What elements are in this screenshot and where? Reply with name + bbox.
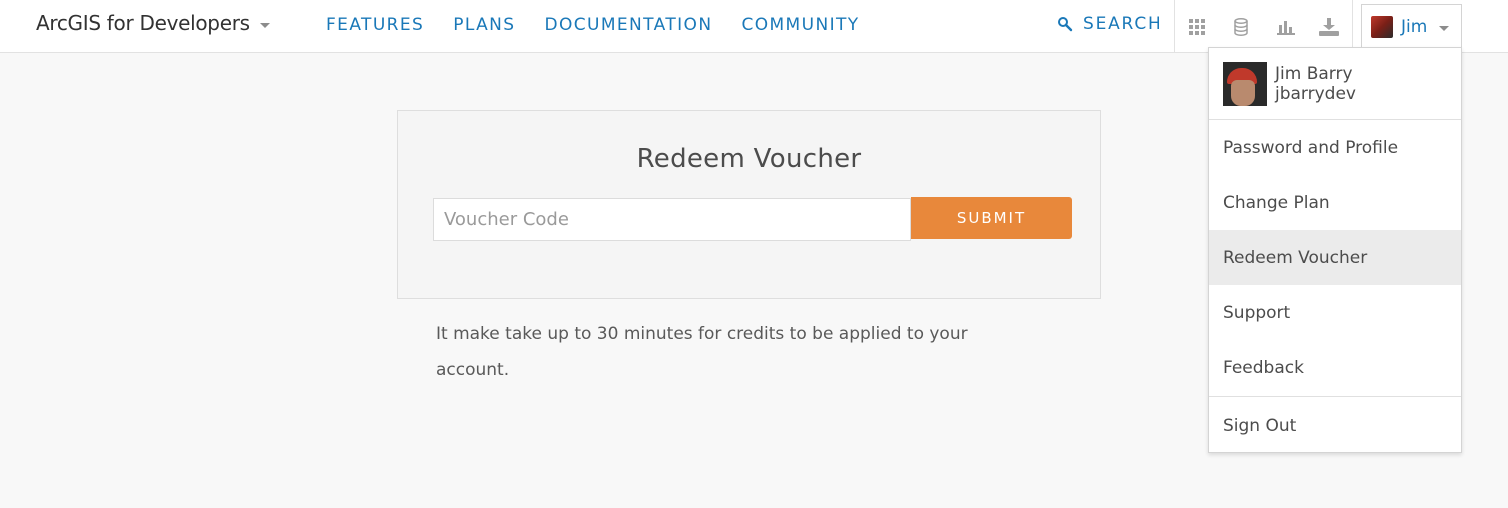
- search-button[interactable]: SEARCH: [1057, 14, 1159, 34]
- avatar: [1371, 15, 1393, 38]
- user-dropdown-menu: Jim Barry jbarrydev Password and Profile…: [1208, 47, 1462, 453]
- hosted-data-button[interactable]: [1219, 0, 1263, 53]
- menu-item-redeem-voucher[interactable]: Redeem Voucher: [1209, 230, 1461, 285]
- menu-item-change-plan[interactable]: Change Plan: [1209, 175, 1461, 230]
- avatar: [1223, 61, 1267, 106]
- apps-grid-button[interactable]: [1175, 0, 1219, 53]
- menu-item-support[interactable]: Support: [1209, 285, 1461, 340]
- dropdown-user-info: Jim Barry jbarrydev: [1209, 48, 1461, 120]
- nav-community[interactable]: COMMUNITY: [741, 15, 859, 35]
- database-icon: [1234, 17, 1248, 36]
- chevron-down-icon: [1439, 26, 1450, 31]
- submit-button[interactable]: SUBMIT: [911, 197, 1072, 239]
- voucher-code-input[interactable]: [433, 198, 911, 241]
- menu-item-sign-out[interactable]: Sign Out: [1209, 398, 1461, 454]
- top-header: ArcGIS for Developers FEATURES PLANS DOC…: [0, 0, 1508, 53]
- bar-chart-icon: [1277, 20, 1295, 35]
- credits-note: It make take up to 30 minutes for credit…: [436, 324, 968, 380]
- brand-title: ArcGIS for Developers: [36, 11, 250, 35]
- page-title: Redeem Voucher: [636, 144, 862, 174]
- header-divider: [1352, 0, 1353, 53]
- download-icon: [1319, 17, 1339, 36]
- user-username: jbarrydev: [1275, 83, 1356, 104]
- menu-item-feedback[interactable]: Feedback: [1209, 340, 1461, 395]
- user-menu-button[interactable]: Jim: [1361, 4, 1462, 48]
- search-label: SEARCH: [1083, 14, 1159, 34]
- redeem-voucher-card: Redeem Voucher SUBMIT: [397, 110, 1101, 299]
- grid-icon: [1189, 18, 1205, 35]
- nav-plans[interactable]: PLANS: [453, 15, 515, 35]
- menu-divider: [1209, 396, 1461, 397]
- menu-item-password-and-profile[interactable]: Password and Profile: [1209, 120, 1461, 175]
- downloads-button[interactable]: [1307, 0, 1351, 53]
- chevron-down-icon: [259, 22, 270, 28]
- brand-menu[interactable]: ArcGIS for Developers: [36, 11, 270, 35]
- main-nav: FEATURES PLANS DOCUMENTATION COMMUNITY: [326, 15, 889, 35]
- nav-features[interactable]: FEATURES: [326, 15, 424, 35]
- user-name: Jim: [1401, 16, 1428, 37]
- stats-button[interactable]: [1264, 0, 1308, 53]
- nav-documentation[interactable]: DOCUMENTATION: [544, 15, 712, 35]
- search-icon: [1057, 16, 1073, 32]
- user-full-name: Jim Barry: [1275, 63, 1353, 84]
